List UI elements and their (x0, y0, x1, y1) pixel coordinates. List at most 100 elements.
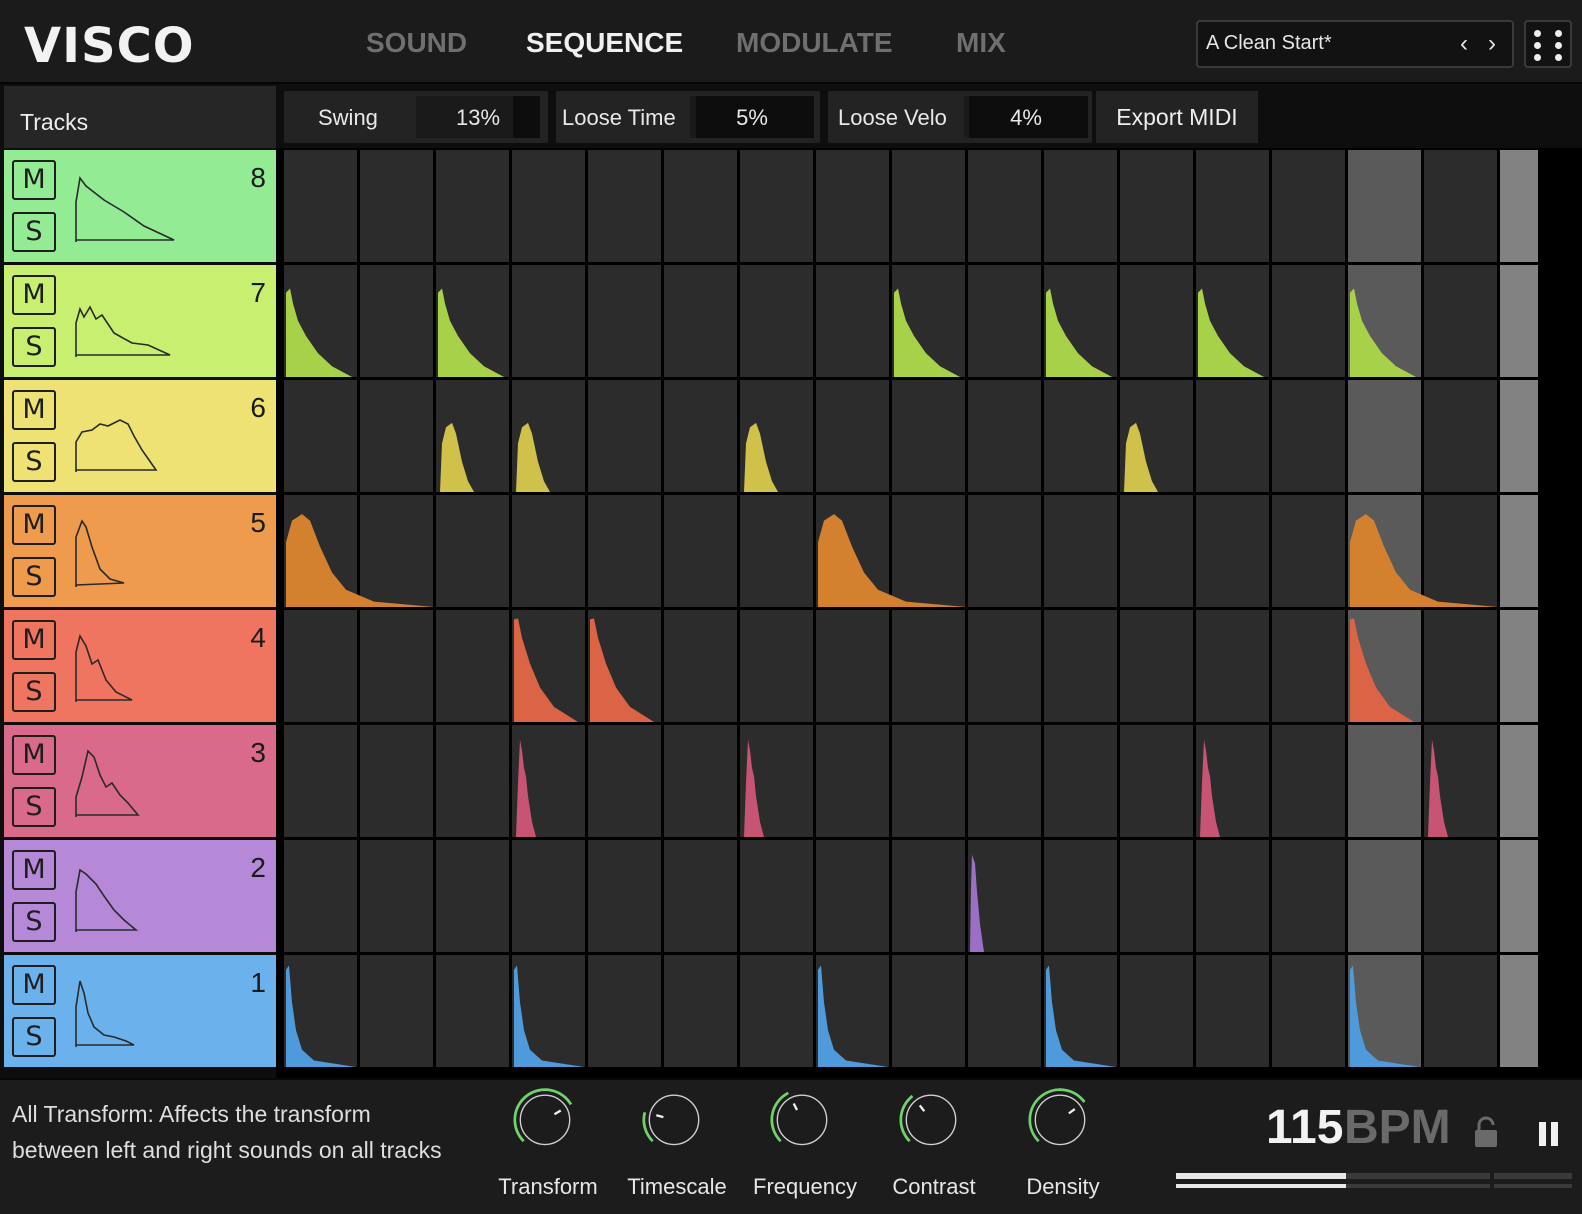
mute-button[interactable]: M (12, 505, 56, 545)
mute-button[interactable]: M (12, 275, 56, 315)
knob-transform[interactable] (513, 1086, 577, 1150)
step-cell[interactable] (664, 610, 737, 722)
step-cell[interactable] (1348, 610, 1421, 722)
step-cell[interactable] (1272, 955, 1345, 1067)
loose-velo-field[interactable]: 4% (964, 96, 1088, 138)
step-cell[interactable] (284, 955, 357, 1067)
step-cell[interactable] (360, 495, 433, 607)
solo-button[interactable]: S (12, 1017, 56, 1057)
step-cell[interactable] (436, 495, 509, 607)
step-cell[interactable] (968, 150, 1041, 262)
step-cell[interactable] (1044, 150, 1117, 262)
step-cell[interactable] (1424, 955, 1497, 1067)
knob-timescale[interactable] (642, 1086, 706, 1150)
step-cell[interactable] (1272, 265, 1345, 377)
step-cell[interactable] (1044, 840, 1117, 952)
tab-modulate[interactable]: MODULATE (736, 27, 893, 59)
step-cell[interactable] (968, 610, 1041, 722)
step-cell[interactable] (816, 380, 889, 492)
solo-button[interactable]: S (12, 902, 56, 942)
knob-frequency[interactable] (770, 1086, 834, 1150)
mute-button[interactable]: M (12, 620, 56, 660)
step-cell[interactable] (892, 840, 965, 952)
step-cell[interactable] (360, 840, 433, 952)
step-cell[interactable] (1120, 725, 1193, 837)
solo-button[interactable]: S (12, 672, 56, 712)
step-cell[interactable] (1348, 840, 1421, 952)
track-5[interactable]: MS 5 (4, 495, 276, 607)
swing-field[interactable]: 13% (416, 96, 540, 138)
track-end-handle[interactable] (1500, 840, 1538, 952)
step-cell[interactable] (1272, 495, 1345, 607)
step-cell[interactable] (816, 955, 889, 1067)
track-8[interactable]: MS 8 (4, 150, 276, 262)
step-cell[interactable] (664, 150, 737, 262)
step-cell[interactable] (1348, 380, 1421, 492)
chevron-right-icon[interactable]: › (1488, 30, 1496, 58)
step-cell[interactable] (664, 380, 737, 492)
track-6[interactable]: MS 6 (4, 380, 276, 492)
mute-button[interactable]: M (12, 735, 56, 775)
mute-button[interactable]: M (12, 965, 56, 1005)
step-cell[interactable] (512, 955, 585, 1067)
step-cell[interactable] (588, 610, 661, 722)
step-cell[interactable] (284, 725, 357, 837)
step-cell[interactable] (1044, 265, 1117, 377)
step-cell[interactable] (968, 265, 1041, 377)
step-cell[interactable] (1272, 150, 1345, 262)
step-cell[interactable] (1120, 840, 1193, 952)
step-cell[interactable] (1424, 380, 1497, 492)
step-cell[interactable] (284, 610, 357, 722)
step-cell[interactable] (512, 840, 585, 952)
step-cell[interactable] (588, 150, 661, 262)
step-cell[interactable] (968, 380, 1041, 492)
track-end-handle[interactable] (1500, 955, 1538, 1067)
step-cell[interactable] (740, 265, 813, 377)
step-cell[interactable] (816, 725, 889, 837)
step-cell[interactable] (284, 150, 357, 262)
step-cell[interactable] (436, 380, 509, 492)
step-cell[interactable] (1196, 380, 1269, 492)
step-cell[interactable] (1044, 955, 1117, 1067)
step-cell[interactable] (284, 265, 357, 377)
step-cell[interactable] (1424, 610, 1497, 722)
tab-mix[interactable]: MIX (956, 27, 1006, 59)
step-cell[interactable] (588, 725, 661, 837)
step-cell[interactable] (512, 380, 585, 492)
step-cell[interactable] (1120, 955, 1193, 1067)
step-cell[interactable] (1044, 610, 1117, 722)
track-7[interactable]: MS 7 (4, 265, 276, 377)
step-cell[interactable] (1272, 610, 1345, 722)
step-cell[interactable] (740, 610, 813, 722)
track-1[interactable]: MS 1 (4, 955, 276, 1067)
mute-button[interactable]: M (12, 850, 56, 890)
step-cell[interactable] (1348, 725, 1421, 837)
step-cell[interactable] (588, 265, 661, 377)
knob-contrast[interactable] (899, 1086, 963, 1150)
step-cell[interactable] (816, 150, 889, 262)
step-cell[interactable] (436, 955, 509, 1067)
preset-selector[interactable]: A Clean Start* ‹ › (1196, 20, 1514, 68)
step-cell[interactable] (284, 380, 357, 492)
step-cell[interactable] (892, 265, 965, 377)
step-cell[interactable] (664, 495, 737, 607)
step-cell[interactable] (816, 495, 889, 607)
step-cell[interactable] (436, 265, 509, 377)
solo-button[interactable]: S (12, 212, 56, 252)
solo-button[interactable]: S (12, 787, 56, 827)
step-cell[interactable] (740, 955, 813, 1067)
track-end-handle[interactable] (1500, 725, 1538, 837)
step-cell[interactable] (512, 495, 585, 607)
step-cell[interactable] (588, 495, 661, 607)
step-cell[interactable] (664, 955, 737, 1067)
step-cell[interactable] (740, 840, 813, 952)
step-cell[interactable] (512, 725, 585, 837)
track-end-handle[interactable] (1500, 265, 1538, 377)
step-cell[interactable] (436, 725, 509, 837)
track-end-handle[interactable] (1500, 495, 1538, 607)
step-cell[interactable] (740, 380, 813, 492)
track-3[interactable]: MS 3 (4, 725, 276, 837)
step-cell[interactable] (1348, 265, 1421, 377)
step-cell[interactable] (892, 955, 965, 1067)
lock-icon[interactable] (1472, 1116, 1500, 1148)
